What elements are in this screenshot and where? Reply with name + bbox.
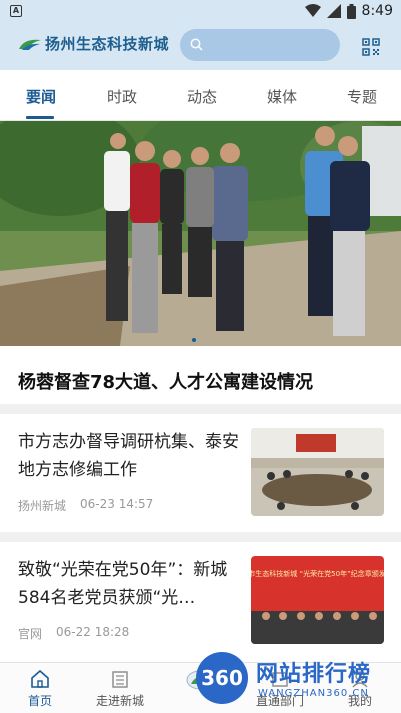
person-figure <box>130 141 160 333</box>
person-figure <box>212 143 248 331</box>
divider <box>0 404 401 414</box>
carousel-indicator <box>192 338 208 342</box>
app-logo[interactable]: 扬州生态科技新城 <box>18 33 169 54</box>
app-title: 扬州生态科技新城 <box>45 35 170 53</box>
status-bar: A 8:49 <box>0 0 401 24</box>
wifi-icon <box>304 4 321 17</box>
search-icon <box>190 38 203 51</box>
leaf-logo-icon <box>19 39 41 50</box>
app-header: 扬州生态科技新城 <box>0 24 401 70</box>
tab-yaowen[interactable]: 要闻 <box>26 86 56 107</box>
hero-headline[interactable]: 杨蓉督查78大道、人才公寓建设情况 <box>18 368 313 394</box>
nav-home-label: 首页 <box>27 694 52 708</box>
search-input[interactable] <box>180 29 340 61</box>
news-meta: 扬州新城 06-23 14:57 <box>18 497 153 514</box>
tab-dongtai[interactable]: 动态 <box>187 86 217 107</box>
site-watermark: 360 网站排行榜 WANGZHAN360.CN <box>192 650 401 713</box>
news-thumbnail: 扬州市生态科技新城 “光荣在党50年”纪念章颁发仪式 <box>251 556 384 644</box>
thumb-banner-text: 扬州市生态科技新城 “光荣在党50年”纪念章颁发仪式 <box>251 569 384 578</box>
person-figure <box>186 147 214 297</box>
home-icon <box>31 669 49 688</box>
qr-code-icon[interactable] <box>362 38 380 56</box>
watermark-url: WANGZHAN360.CN <box>258 688 369 699</box>
divider <box>0 532 401 542</box>
news-source: 扬州新城 <box>18 499 67 513</box>
person-figure <box>330 136 370 336</box>
news-time: 06-22 18:28 <box>56 625 130 639</box>
tab-meiti[interactable]: 媒体 <box>267 86 297 107</box>
list-item[interactable]: 市方志办督导调研杭集、泰安地方志修编工作 扬州新城 06-23 14:57 <box>0 414 401 532</box>
nav-about-city[interactable]: 走进新城 <box>85 669 155 709</box>
news-time: 06-23 14:57 <box>80 497 154 511</box>
active-tab-indicator <box>26 116 54 119</box>
watermark-badge: 360 <box>196 652 248 704</box>
news-thumbnail <box>251 428 384 516</box>
tab-zhuanti[interactable]: 专题 <box>347 86 377 107</box>
status-icons: 8:49 <box>304 3 393 19</box>
tab-shizheng[interactable]: 时政 <box>107 86 137 107</box>
news-title: 致敬“光荣在党50年”：新城584名老党员获颁“光… <box>18 560 228 608</box>
watermark-title: 网站排行榜 <box>256 662 372 687</box>
person-figure <box>104 133 130 321</box>
person-figure <box>160 150 184 294</box>
clock: 8:49 <box>361 3 393 19</box>
signal-icon <box>326 4 341 18</box>
building-icon <box>112 671 128 688</box>
category-tabs: 要闻 时政 动态 媒体 专题 <box>0 70 401 121</box>
nav-home[interactable]: 首页 <box>5 669 75 709</box>
news-meta: 官网 06-22 18:28 <box>18 625 129 642</box>
notification-icon: A <box>10 5 22 17</box>
hero-carousel-image[interactable] <box>0 121 401 346</box>
news-source: 官网 <box>18 627 43 641</box>
list-item[interactable]: 致敬“光荣在党50年”：新城584名老党员获颁“光… 官网 06-22 18:2… <box>0 542 401 660</box>
nav-about-city-label: 走进新城 <box>95 694 144 708</box>
news-title: 市方志办督导调研杭集、泰安地方志修编工作 <box>18 432 239 480</box>
battery-icon <box>346 3 356 19</box>
